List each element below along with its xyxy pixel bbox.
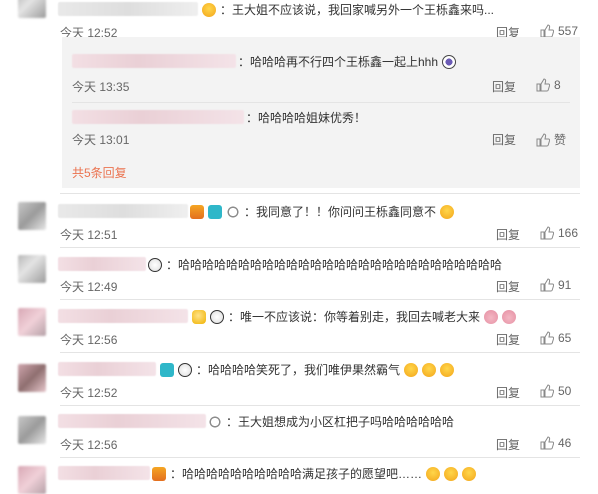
username-redacted[interactable] (58, 362, 156, 376)
thinking-emoji-icon (440, 204, 455, 219)
username-redacted[interactable] (72, 54, 236, 68)
pig-emoji-icon (502, 309, 517, 324)
username-redacted[interactable] (58, 204, 188, 218)
reply-button[interactable]: 回复 (496, 384, 520, 401)
like-button[interactable]: 557 (540, 24, 578, 38)
avatar[interactable] (18, 308, 46, 336)
grin-emoji-icon (444, 466, 459, 481)
like-button[interactable]: 166 (540, 226, 578, 240)
divider (60, 299, 580, 300)
like-count: 65 (558, 331, 572, 345)
like-button[interactable]: 65 (540, 331, 571, 345)
reply-text: ：哈哈哈哈姐妹优秀！ (246, 111, 367, 125)
reply-text: ：哈哈哈再不行四个王栎鑫一起上hhh (238, 55, 439, 69)
face-emoji-icon (442, 54, 457, 69)
username-redacted[interactable] (58, 466, 150, 480)
username-redacted[interactable] (58, 309, 188, 323)
like-count: 46 (558, 436, 572, 450)
grin-emoji-icon (426, 466, 441, 481)
thumbs-up-icon (540, 278, 554, 292)
thumbs-up-icon (536, 132, 550, 147)
pig-emoji-icon (484, 309, 499, 324)
avatar[interactable] (18, 466, 46, 494)
username-redacted[interactable] (58, 414, 206, 428)
level-badge-icon (226, 204, 240, 219)
avatar[interactable] (18, 416, 46, 444)
like-count: 8 (554, 78, 561, 92)
panda-emoji-icon (148, 257, 162, 272)
like-count: 91 (558, 278, 572, 292)
level-badge-icon (208, 414, 222, 429)
duck-emoji-icon (192, 309, 206, 324)
panda-emoji-icon (178, 362, 192, 377)
laugh-emoji-icon (202, 2, 216, 17)
thumbs-up-icon (540, 24, 554, 38)
panda-emoji-icon (210, 309, 224, 324)
like-count: 166 (558, 226, 579, 240)
avatar[interactable] (18, 0, 46, 18)
comment-text: ：哈哈哈哈哈哈哈哈哈哈满足孩子的愿望吧…… (170, 467, 423, 481)
divider (60, 405, 580, 406)
reply-button[interactable]: 回复 (496, 436, 520, 453)
avatar[interactable] (18, 202, 46, 230)
like-button[interactable]: 50 (540, 384, 571, 398)
comment-time: 今天 12:49 (60, 280, 118, 294)
like-button[interactable]: 46 (540, 436, 571, 450)
avatar[interactable] (18, 255, 46, 283)
reply-button[interactable]: 回复 (496, 278, 520, 295)
comment-text: ：唯一不应该说：你等着别走，我回去喊老大来 (228, 310, 481, 324)
like-count: 赞 (554, 133, 567, 147)
username-redacted[interactable] (58, 257, 146, 271)
laugh-emoji-icon (440, 362, 455, 377)
like-count: 50 (558, 384, 572, 398)
thumbs-up-icon (540, 436, 554, 450)
camera-badge-icon (208, 204, 222, 219)
like-button[interactable]: 赞 (536, 131, 566, 148)
reply-button[interactable]: 回复 (496, 331, 520, 348)
comment-text: ：王大姐想成为小区杠把子吗哈哈哈哈哈哈 (226, 415, 455, 429)
divider (72, 102, 570, 103)
comment-1: ：王大姐不应该说，我回家喊另外一个王栎鑫来吗... 今天 12:52 回复 55… (0, 0, 598, 40)
thumbs-up-icon (536, 78, 550, 92)
reply-button[interactable]: 回复 (492, 131, 516, 148)
comment-time: 今天 12:56 (60, 438, 118, 452)
comment-time: 今天 12:52 (60, 386, 118, 400)
laugh-emoji-icon (422, 362, 437, 377)
username-redacted[interactable] (58, 2, 198, 16)
comment-text: ：我同意了！！你问问王栎鑫同意不 (244, 205, 437, 219)
divider (60, 247, 580, 248)
comment-text: ：哈哈哈哈笑死了，我们唯伊果然霸气 (196, 363, 401, 377)
divider (60, 193, 580, 194)
comment-time: 今天 12:51 (60, 228, 118, 242)
camera-badge-icon (160, 362, 174, 377)
more-replies-link[interactable]: 共5条回复 (72, 164, 127, 181)
divider (60, 457, 580, 458)
username-redacted[interactable] (72, 110, 244, 124)
like-button[interactable]: 8 (536, 78, 561, 92)
thumbs-up-icon (540, 226, 554, 240)
laugh-emoji-icon (404, 362, 419, 377)
reply-button[interactable]: 回复 (496, 226, 520, 243)
badge-icon (190, 204, 204, 219)
reply-button[interactable]: 回复 (492, 78, 516, 95)
like-count: 557 (558, 24, 579, 38)
reply-time: 今天 13:35 (72, 80, 130, 94)
comment-text: ：哈哈哈哈哈哈哈哈哈哈哈哈哈哈哈哈哈哈哈哈哈哈哈哈哈哈哈 (166, 258, 503, 272)
like-button[interactable]: 91 (540, 278, 571, 292)
comment-time: 今天 12:56 (60, 333, 118, 347)
comment-text: ：王大姐不应该说，我回家喊另外一个王栎鑫来吗... (220, 3, 495, 17)
divider (60, 352, 580, 353)
avatar[interactable] (18, 364, 46, 392)
replies-panel: ：哈哈哈再不行四个王栎鑫一起上hhh 今天 13:35 回复 8 ：哈哈哈哈姐妹… (62, 37, 580, 188)
reply-time: 今天 13:01 (72, 133, 130, 147)
thumbs-up-icon (540, 384, 554, 398)
thumbs-up-icon (540, 331, 554, 345)
grin-emoji-icon (462, 466, 477, 481)
badge-icon (152, 466, 166, 481)
